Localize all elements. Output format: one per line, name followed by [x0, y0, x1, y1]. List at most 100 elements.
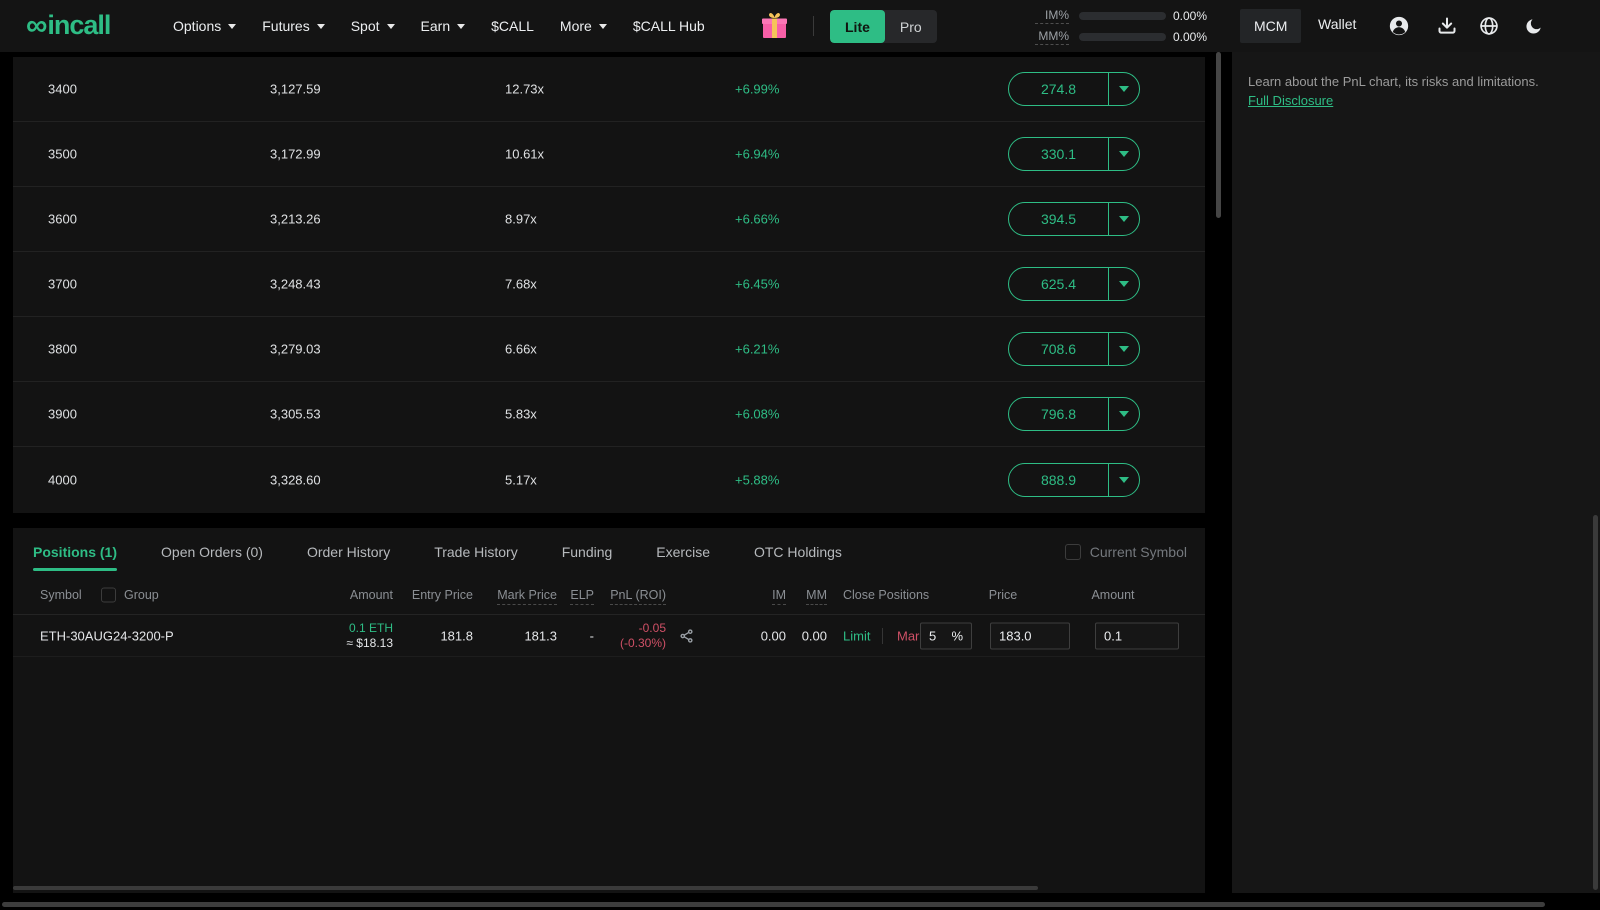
col-entry-price: Entry Price — [403, 588, 473, 602]
strike-value: 3800 — [48, 342, 77, 357]
top-navbar: ∞incall Options Futures Spot Earn — [0, 0, 1600, 52]
margin-ratio-progressbar — [1079, 33, 1166, 41]
strike-row: 3900 3,305.53 5.83x +6.08% 796.8 — [13, 382, 1205, 447]
chevron-down-icon — [599, 24, 607, 29]
apr-percent: +6.21% — [735, 342, 779, 357]
position-mm: 0.00 — [793, 628, 827, 643]
positions-tab[interactable]: Trade History — [434, 544, 518, 560]
close-mode-divider — [882, 628, 883, 644]
col-mm[interactable]: MM — [806, 588, 827, 605]
dark-mode-moon-icon[interactable] — [1522, 15, 1544, 37]
close-limit-button[interactable]: Limit — [843, 628, 870, 643]
share-pnl-icon[interactable] — [679, 628, 694, 643]
bid-dropdown-toggle[interactable] — [1108, 398, 1139, 430]
current-symbol-checkbox[interactable] — [1065, 544, 1081, 560]
bid-dropdown-toggle[interactable] — [1108, 333, 1139, 365]
breakeven-price: 3,248.43 — [270, 277, 321, 292]
menu-item[interactable]: More — [560, 18, 607, 34]
bid-price-dropdown-button[interactable]: 796.8 — [1008, 397, 1140, 431]
page-horizontal-scrollbar[interactable] — [2, 902, 1545, 907]
lite-toggle-button[interactable]: Lite — [830, 10, 885, 43]
positions-panel: Positions (1) Open Orders (0) Order Hist… — [13, 528, 1205, 893]
col-amount: Amount — [273, 588, 393, 602]
mcm-button[interactable]: MCM — [1240, 9, 1301, 43]
menu-item[interactable]: Futures — [262, 18, 324, 34]
group-checkbox[interactable] — [101, 587, 116, 602]
wallet-button[interactable]: Wallet — [1318, 16, 1356, 32]
apr-percent: +6.45% — [735, 277, 779, 292]
bid-price-dropdown-button[interactable]: 625.4 — [1008, 267, 1140, 301]
col-mark-price[interactable]: Mark Price — [497, 588, 557, 605]
gift-icon[interactable] — [760, 11, 789, 41]
menu-item[interactable]: $CALL Hub — [633, 18, 705, 34]
positions-tab[interactable]: Open Orders (0) — [161, 544, 263, 560]
language-globe-icon[interactable] — [1478, 15, 1500, 37]
position-row: ETH-30AUG24-3200-P 0.1 ETH ≈ $18.13 181.… — [13, 615, 1205, 657]
close-amount-input[interactable]: 0.1 — [1095, 622, 1179, 649]
leverage-value: 7.68x — [505, 277, 537, 292]
current-symbol-label: Current Symbol — [1090, 544, 1187, 560]
menu-item-label: More — [560, 18, 592, 34]
bid-dropdown-toggle[interactable] — [1108, 268, 1139, 300]
chevron-down-icon — [317, 24, 325, 29]
menu-item[interactable]: Earn — [421, 18, 466, 34]
bid-dropdown-toggle[interactable] — [1108, 203, 1139, 235]
bid-price-dropdown-button[interactable]: 330.1 — [1008, 137, 1140, 171]
col-im[interactable]: IM — [772, 588, 786, 605]
coincall-logo[interactable]: ∞incall — [26, 10, 110, 41]
margin-ratio-value: 0.00% — [1173, 30, 1218, 44]
apr-percent: +5.88% — [735, 472, 779, 487]
logo-text: incall — [47, 10, 110, 41]
close-percent-value: 5 — [929, 628, 936, 643]
position-symbol: ETH-30AUG24-3200-P — [40, 628, 174, 643]
menu-item[interactable]: Options — [173, 18, 236, 34]
percent-sign: % — [951, 628, 963, 643]
main-vertical-scrollbar[interactable] — [1216, 52, 1221, 218]
bid-price-dropdown-button[interactable]: 708.6 — [1008, 332, 1140, 366]
bid-price-dropdown-button[interactable]: 274.8 — [1008, 72, 1140, 106]
sidebar-vertical-scrollbar[interactable] — [1593, 515, 1598, 890]
margin-ratio-label: IM% — [1035, 8, 1069, 24]
bid-price-value: 708.6 — [1009, 333, 1108, 365]
positions-tabs: Positions (1) Open Orders (0) Order Hist… — [13, 528, 1205, 575]
chevron-down-icon — [1119, 86, 1129, 92]
positions-horizontal-scrollbar[interactable] — [13, 886, 1038, 890]
strike-row: 3600 3,213.26 8.97x +6.66% 394.5 — [13, 187, 1205, 252]
margin-ratio-label: MM% — [1035, 29, 1069, 45]
positions-tab[interactable]: Funding — [562, 544, 613, 560]
positions-tab[interactable]: Exercise — [656, 544, 710, 560]
close-percent-input[interactable]: 5 % — [920, 622, 972, 649]
breakeven-price: 3,127.59 — [270, 82, 321, 97]
positions-table-header: Symbol Group Amount Entry Price Mark Pri… — [13, 575, 1205, 615]
download-icon[interactable] — [1436, 15, 1458, 37]
bid-dropdown-toggle[interactable] — [1108, 464, 1139, 496]
full-disclosure-link[interactable]: Full Disclosure — [1248, 93, 1333, 108]
bid-price-value: 796.8 — [1009, 398, 1108, 430]
chevron-down-icon — [387, 24, 395, 29]
chevron-down-icon — [1119, 346, 1129, 352]
position-roi-value: (-0.30%) — [620, 636, 666, 650]
positions-tab[interactable]: Positions (1) — [33, 544, 117, 560]
positions-tab[interactable]: OTC Holdings — [754, 544, 842, 560]
breakeven-price: 3,213.26 — [270, 212, 321, 227]
positions-tab[interactable]: Order History — [307, 544, 390, 560]
col-elp[interactable]: ELP — [570, 588, 594, 605]
close-price-input[interactable]: 183.0 — [990, 622, 1070, 649]
bid-price-value: 394.5 — [1009, 203, 1108, 235]
bid-dropdown-toggle[interactable] — [1108, 73, 1139, 105]
menu-item[interactable]: $CALL — [491, 18, 534, 34]
bid-price-dropdown-button[interactable]: 394.5 — [1008, 202, 1140, 236]
margin-ratio-progressbar — [1079, 12, 1166, 20]
bid-price-dropdown-button[interactable]: 888.9 — [1008, 463, 1140, 497]
bid-price-value: 274.8 — [1009, 73, 1108, 105]
margin-ratio-block: IM% 0.00% MM% 0.00% — [1035, 8, 1218, 45]
bid-dropdown-toggle[interactable] — [1108, 138, 1139, 170]
current-symbol-filter[interactable]: Current Symbol — [1065, 544, 1187, 560]
menu-item[interactable]: Spot — [351, 18, 395, 34]
col-pnl-roi[interactable]: PnL (ROI) — [610, 588, 666, 605]
account-icon[interactable] — [1388, 15, 1410, 37]
leverage-value: 10.61x — [505, 147, 544, 162]
pro-toggle-button[interactable]: Pro — [885, 10, 937, 43]
position-amount-base: 0.1 ETH — [349, 621, 393, 635]
col-amount-2: Amount — [1058, 588, 1168, 602]
